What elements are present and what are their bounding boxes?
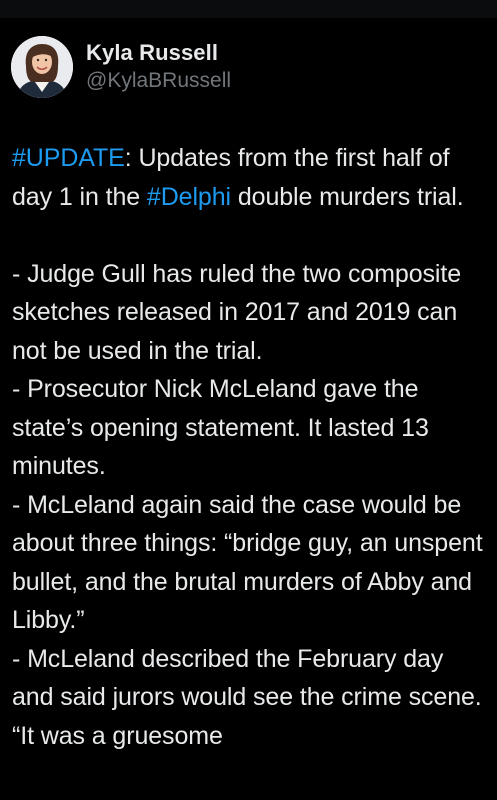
bullet-item: - McLeland described the February day an… [12, 644, 482, 750]
profile-photo-icon [11, 36, 73, 98]
avatar[interactable] [11, 36, 73, 98]
author-display-name[interactable]: Kyla Russell [86, 39, 231, 67]
tweet-intro: #UPDATE: Updates from the first half of … [12, 139, 488, 216]
bullet-item: - Prosecutor Nick McLeland gave the stat… [12, 375, 429, 480]
bullet-item: - Judge Gull has ruled the two composite… [12, 259, 462, 365]
author-names: Kyla Russell @KylaBRussell [86, 39, 231, 95]
tweet-text: #UPDATE: Updates from the first half of … [12, 139, 488, 755]
author-handle[interactable]: @KylaBRussell [86, 67, 231, 95]
tweet-header: Kyla Russell @KylaBRussell [11, 34, 231, 100]
hashtag-update[interactable]: #UPDATE [12, 144, 125, 172]
intro-text-b: double murders trial. [230, 182, 464, 211]
top-strip [0, 0, 497, 18]
hashtag-delphi[interactable]: #Delphi [147, 183, 231, 211]
bullet-item: - McLeland again said the case would be … [12, 490, 483, 635]
